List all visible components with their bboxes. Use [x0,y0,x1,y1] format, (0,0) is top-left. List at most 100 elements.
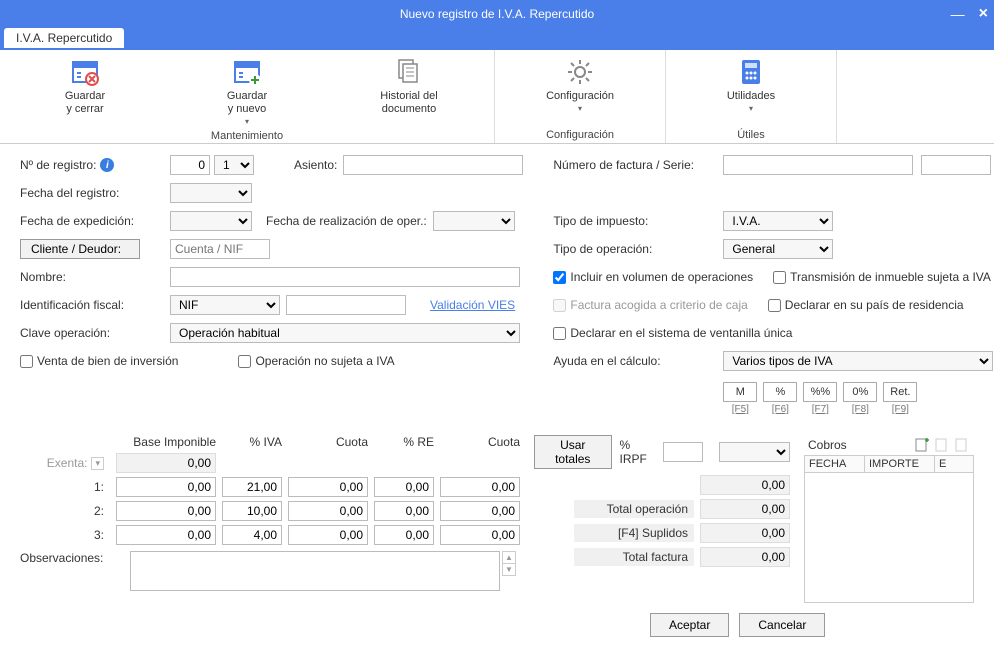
titlebar: Nuevo registro de I.V.A. Repercutido — × [0,0,994,28]
nreg-seq-select[interactable]: 1 [214,155,254,175]
cobros-body[interactable] [804,473,974,603]
total-oper-label: Total operación [574,500,694,518]
close-icon[interactable]: × [979,5,988,23]
chk-no-sujeta[interactable]: Operación no sujeta a IVA [238,354,394,368]
row1-cuota[interactable] [288,477,368,497]
save-new-button[interactable]: Guardar y nuevo ▾ [168,54,326,128]
row2-re[interactable] [374,501,434,521]
hk-f7: [F7] [803,404,837,415]
tab-iva[interactable]: I.V.A. Repercutido [4,28,124,48]
cobros-th-importe[interactable]: IMPORTE [865,456,935,473]
tipoop-select[interactable]: General [723,239,833,259]
ok-button[interactable]: Aceptar [650,613,729,637]
row2-label: 2: [20,504,110,518]
row3-cuota[interactable] [288,525,368,545]
chk-venta-inversion[interactable]: Venta de bien de inversión [20,354,178,368]
hdr-cuota: Cuota [288,435,368,449]
row3-base[interactable] [116,525,216,545]
row1-base[interactable] [116,477,216,497]
info-icon[interactable]: i [100,158,114,172]
ribbon-group-mantenimiento: Guardar y cerrar Guardar y nuevo ▾ Histo… [0,50,495,143]
row1-label: 1: [20,480,110,494]
row2-iva[interactable] [222,501,282,521]
cobros-edit-icon[interactable] [934,437,950,453]
cobros-table: FECHA IMPORTE E [804,455,974,473]
save-close-button[interactable]: Guardar y cerrar [6,54,164,128]
chk-pais[interactable]: Declarar en su país de residencia [768,298,964,312]
tipoop-label: Tipo de operación: [553,242,723,256]
cliente-input[interactable] [170,239,270,259]
cobros-title: Cobros [808,438,847,452]
row3-iva[interactable] [222,525,282,545]
fecha-exp-select[interactable] [170,211,252,231]
validacion-vies-link[interactable]: Validación VIES [430,298,515,312]
hb-m[interactable]: M [723,382,757,402]
asiento-label: Asiento: [294,158,337,172]
chk-incluir[interactable]: Incluir en volumen de operaciones [553,270,753,284]
exenta-dd-icon[interactable]: ▾ [91,457,104,470]
row3-label: 3: [20,528,110,542]
nombre-input[interactable] [170,267,520,287]
cliente-button[interactable]: Cliente / Deudor: [20,239,140,259]
dropdown-icon: ▾ [749,104,753,113]
cobros-th-fecha[interactable]: FECHA [805,456,865,473]
hb-pctpct[interactable]: %% [803,382,837,402]
form-body: Nº de registro: i 1 Asiento: Fecha del r… [0,144,994,647]
fecha-oper-select[interactable] [433,211,515,231]
clave-select[interactable]: Operación habitual [170,323,520,343]
serie-input[interactable] [921,155,991,175]
row1-cuota2[interactable] [440,477,520,497]
cobros-add-icon[interactable] [914,437,930,453]
hk-f6: [F6] [763,404,797,415]
numfact-input[interactable] [723,155,913,175]
idfiscal-select[interactable]: NIF [170,295,280,315]
idfiscal-label: Identificación fiscal: [20,298,170,312]
row1-re[interactable] [374,477,434,497]
tipoimp-select[interactable]: I.V.A. [723,211,833,231]
hb-zero[interactable]: 0% [843,382,877,402]
chk-criterio: Factura acogida a criterio de caja [553,298,747,312]
cobros-panel: Cobros FECHA IMPORTE E [804,435,974,603]
total-fact-label: Total factura [574,548,694,566]
row2-base[interactable] [116,501,216,521]
row3-cuota2[interactable] [440,525,520,545]
dropdown-icon: ▾ [245,117,249,126]
row3-re[interactable] [374,525,434,545]
fecha-reg-label: Fecha del registro: [20,186,170,200]
nreg-input[interactable] [170,155,210,175]
suplidos [700,523,790,543]
obs-down-icon[interactable]: ▼ [502,564,516,576]
chk-ventanilla[interactable]: Declarar en el sistema de ventanilla úni… [553,326,792,340]
row2-cuota[interactable] [288,501,368,521]
ayuda-select[interactable]: Varios tipos de IVA [723,351,993,371]
fecha-exp-label: Fecha de expedición: [20,214,170,228]
row1-iva[interactable] [222,477,282,497]
hb-pct[interactable]: % [763,382,797,402]
obs-label: Observaciones: [20,551,130,565]
usar-totales-button[interactable]: Usar totales [534,435,612,469]
hb-ret[interactable]: Ret. [883,382,917,402]
irpf-select[interactable] [719,442,790,462]
exenta-input [116,453,216,473]
cobros-th-e[interactable]: E [935,456,974,473]
asiento-input[interactable] [343,155,523,175]
config-button[interactable]: Configuración ▾ [501,54,659,127]
fecha-oper-label: Fecha de realización de oper.: [266,214,427,228]
chk-transmision[interactable]: Transmisión de inmueble sujeta a IVA [773,270,991,284]
minimize-icon[interactable]: — [951,6,965,22]
obs-up-icon[interactable]: ▲ [502,551,516,564]
fecha-reg-select[interactable] [170,183,252,203]
window-controls: — × [951,0,988,28]
obs-textarea[interactable] [130,551,500,591]
total-fact [700,547,790,567]
idfiscal-input[interactable] [286,295,406,315]
history-button[interactable]: Historial del documento [330,54,488,128]
ribbon: Guardar y cerrar Guardar y nuevo ▾ Histo… [0,50,994,144]
utils-button[interactable]: Utilidades ▾ [672,54,830,127]
irpf-input[interactable] [663,442,703,462]
exenta-label: Exenta: [47,456,88,470]
cobros-del-icon[interactable] [954,437,970,453]
cancel-button[interactable]: Cancelar [739,613,825,637]
nreg-label: Nº de registro: [20,158,96,172]
row2-cuota2[interactable] [440,501,520,521]
